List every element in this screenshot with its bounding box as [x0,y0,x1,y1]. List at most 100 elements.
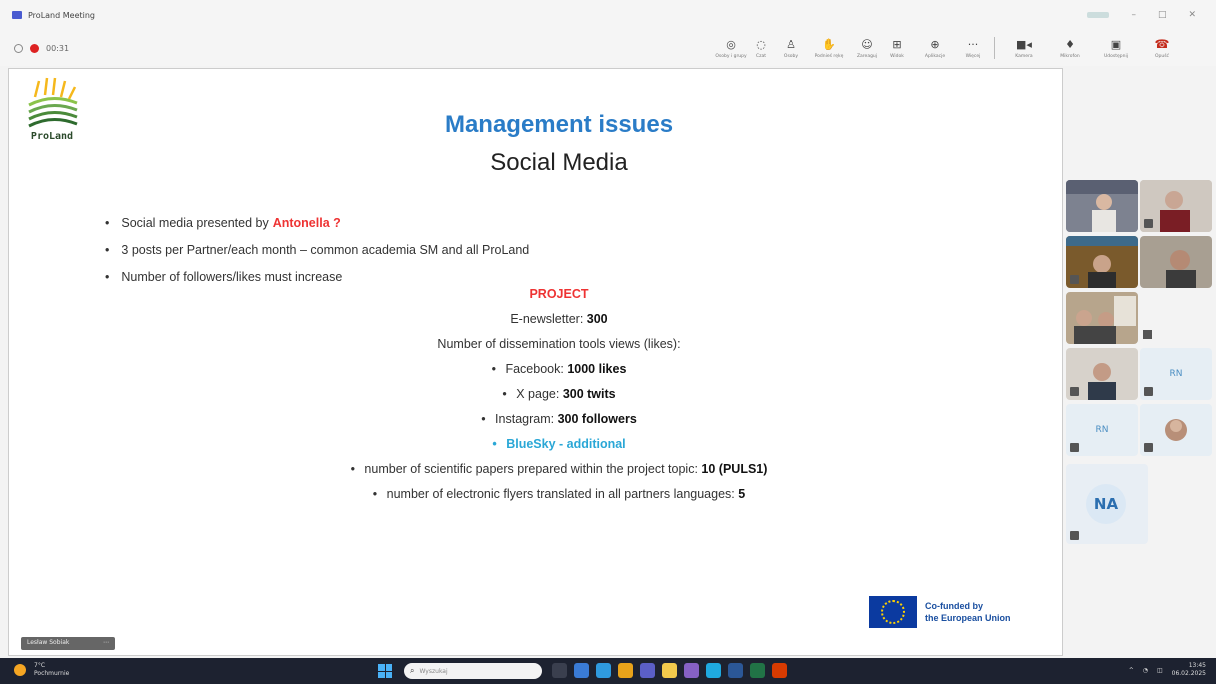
weather-temp: 7°C [34,662,46,669]
tool-people-groups[interactable]: ◎ Osoby i grupy [715,37,746,59]
chrome-icon[interactable] [618,663,633,678]
participant-video-tile[interactable] [1066,348,1138,400]
volume-icon[interactable]: ◫ [1157,667,1163,674]
chat-icon: ◌ [756,37,766,51]
participant-avatar-tile[interactable]: RN [1140,348,1212,400]
participant-video-tile[interactable] [1140,236,1212,288]
tool-participants[interactable]: ♙ Osoby [776,38,806,59]
window-title: ProLand Meeting [28,10,95,20]
mic-muted-icon [1144,387,1153,396]
clock-date: 06.02.2025 [1171,670,1206,677]
mic-muted-icon [1144,219,1153,228]
presenter-name-tag: Lesław Sobiak ⋯ [21,637,115,650]
highlight-name: Antonella ? [272,215,341,230]
record-icon [30,43,39,53]
line-value: 5 [738,487,746,501]
eu-cofunded-logo: Co-funded by the European Union [869,596,1011,628]
instagram-line: Instagram: 300 followers [9,407,1109,432]
line-label: E-newsletter: [510,312,584,326]
share-icon: ▣ [1110,37,1122,51]
participant-video-tile[interactable] [1066,236,1138,288]
newsletter-line: E-newsletter: 300 [9,307,1109,332]
edge-icon[interactable] [596,663,611,678]
teams-icon[interactable] [640,663,655,678]
participant-initials: NA [1086,484,1126,524]
participant-video-tile[interactable] [1066,180,1138,232]
participant-video-tile[interactable] [1140,180,1212,232]
leave-button[interactable]: ☎ Opuść [1139,37,1185,59]
store-icon[interactable] [684,663,699,678]
tool-view[interactable]: ⊞ Widok [882,38,912,59]
participant-avatar-tile[interactable]: RN [1066,404,1138,456]
project-heading: PROJECT [529,287,589,301]
slide-subtitle: Social Media [490,149,628,176]
presenter-name: Lesław Sobiak [27,639,70,646]
participant-video-icon [1140,236,1212,288]
x-line: X page: 300 twits [9,382,1109,407]
taskbar-search[interactable]: ⌕ Wyszukaj [404,663,542,679]
raise-hand-icon: ✋ [822,37,836,51]
participant-photo-tile[interactable] [1140,404,1212,456]
bullet-text: 3 posts per Partner/each month – common … [121,242,530,257]
weather-icon [14,664,26,676]
tool-more[interactable]: ··· Więcej [958,38,988,59]
mic-muted-icon [1070,443,1079,452]
tool-raise-hand[interactable]: ✋ Podnieś rękę [806,38,852,59]
tool-label: Więcej [965,53,981,59]
participant-video-icon [1066,292,1138,344]
file-explorer-icon[interactable] [574,663,589,678]
bluesky-line: BlueSky - additional [9,432,1109,457]
folder-icon[interactable] [662,663,677,678]
camera-button[interactable]: ■◂ Kamera [1001,38,1047,59]
people-icon: ◎ [726,37,736,51]
participants-icon: ♙ [786,37,796,51]
camera-icon: ■◂ [1016,37,1032,51]
tool-label: Czat [755,53,767,59]
microphone-icon: ♦ [1065,37,1075,51]
apps-icon: ⊕ [930,37,940,51]
task-view-icon[interactable] [552,663,567,678]
meeting-toolbar: 00:31 ◎ Osoby i grupy ◌ Czat ♙ Osoby ✋ Podni… [0,30,1216,66]
search-placeholder: Wyszukaj [419,667,448,675]
recording-indicator: 00:31 [14,43,69,53]
teams-app-icon [12,11,22,19]
shared-slide: ProLand Management issues Social Media S… [8,68,1063,656]
taskbar-clock[interactable]: 13:45 06.02.2025 [1172,662,1206,678]
reactions-icon: ☺ [861,37,873,51]
chevron-up-icon[interactable]: ^ [1129,667,1134,674]
start-button[interactable] [378,664,392,678]
wifi-icon[interactable]: ◔ [1143,667,1148,674]
mic-muted-icon: ⋯ [103,639,109,646]
view-icon: ⊞ [892,37,902,51]
minimize-button[interactable]: – [1131,10,1136,20]
tool-label: Aplikacje [924,53,946,59]
line-value: 10 (PULS1) [701,462,768,476]
share-button[interactable]: ▣ Udostępnij [1093,38,1139,59]
toolbar-divider [994,37,995,59]
close-button[interactable]: ✕ [1188,10,1196,20]
excel-icon[interactable] [750,663,765,678]
project-targets: PROJECT E-newsletter: 300 Number of diss… [9,282,1109,507]
tool-label: Opuść [1154,53,1170,59]
tool-label: Podnieś rękę [814,53,844,59]
participant-avatar-tile-large[interactable]: NA [1066,464,1148,544]
maximize-button[interactable]: □ [1158,10,1167,20]
mic-muted-icon [1070,531,1079,540]
acrobat-icon[interactable] [772,663,787,678]
tool-apps[interactable]: ⊕ Aplikacje [912,38,958,59]
line-label: number of electronic flyers translated i… [386,487,735,501]
mic-muted-icon [1144,443,1153,452]
system-tray: ^ ◔ ◫ 13:45 06.02.2025 [1129,662,1206,678]
network-indicator [1087,12,1110,18]
weather-widget[interactable]: 7°C Pochmurnie [14,662,69,678]
tool-reactions[interactable]: ☺ Zareaguj [852,38,882,59]
shield-icon [14,43,23,53]
facebook-line: Facebook: 1000 likes [9,357,1109,382]
participant-video-tile[interactable] [1066,292,1138,344]
mic-button[interactable]: ♦ Mikrofon [1047,38,1093,59]
tool-chat[interactable]: ◌ Czat [746,38,776,59]
outlook-icon[interactable] [706,663,721,678]
word-icon[interactable] [728,663,743,678]
slide-title: Management issues [444,111,674,138]
views-line: Number of dissemination tools views (lik… [437,337,681,351]
